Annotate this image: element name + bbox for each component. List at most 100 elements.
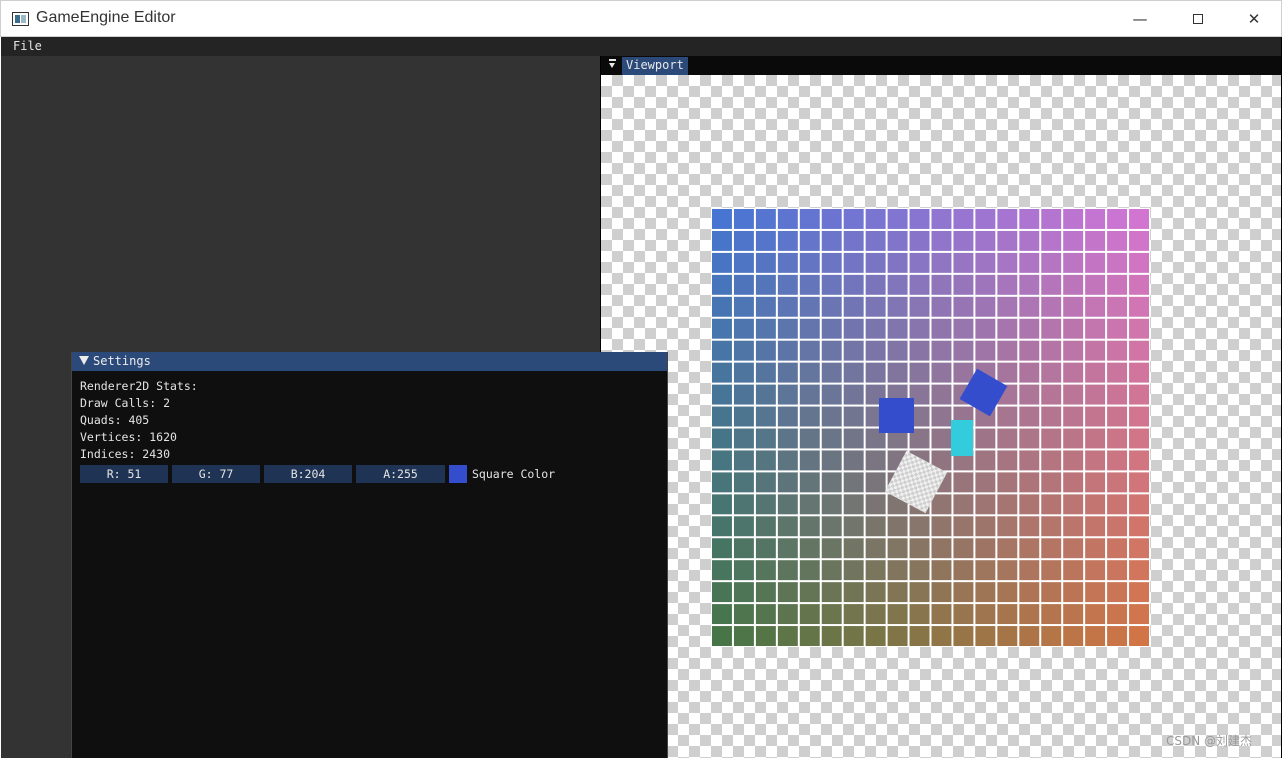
grid-tile	[712, 252, 732, 273]
grid-tile	[1019, 472, 1040, 493]
collapse-arrow-icon[interactable]	[79, 356, 89, 365]
grid-tile	[821, 538, 842, 559]
grid-tile	[931, 428, 952, 449]
grid-tile	[1063, 296, 1084, 317]
grid-tile	[1019, 296, 1040, 317]
grid-tile	[1085, 538, 1106, 559]
grid-tile	[777, 604, 798, 625]
grid-tile	[755, 384, 776, 405]
grid-tile	[821, 340, 842, 361]
grid-tile	[821, 274, 842, 295]
grid-tile	[821, 428, 842, 449]
grid-tile	[1107, 582, 1128, 603]
grid-tile	[1085, 582, 1106, 603]
grid-tile	[733, 252, 754, 273]
grid-tile	[909, 516, 930, 537]
menu-file[interactable]: File	[13, 39, 42, 53]
settings-title-bar[interactable]: Settings	[72, 352, 667, 371]
grid-tile	[821, 472, 842, 493]
grid-tile	[712, 340, 732, 361]
grid-tile	[777, 362, 798, 383]
grid-tile	[1063, 604, 1084, 625]
maximize-icon	[1193, 14, 1203, 24]
grid-tile	[1041, 516, 1062, 537]
blue-channel-field[interactable]: B:204	[264, 465, 352, 483]
grid-tile	[953, 340, 974, 361]
minimize-button[interactable]: —	[1111, 1, 1169, 37]
grid-tile	[821, 252, 842, 273]
grid-tile	[1041, 538, 1062, 559]
grid-tile	[975, 560, 996, 581]
grid-tile	[843, 252, 864, 273]
grid-tile	[1085, 516, 1106, 537]
grid-tile	[865, 340, 886, 361]
grid-tile	[865, 209, 886, 229]
grid-tile	[712, 274, 732, 295]
grid-tile	[755, 472, 776, 493]
grid-tile	[953, 626, 974, 646]
grid-tile	[777, 296, 798, 317]
square-color-label: Square Color	[472, 467, 556, 481]
grid-tile	[712, 318, 732, 339]
window-title-bar: GameEngine Editor — ✕	[0, 0, 1282, 37]
grid-tile	[777, 274, 798, 295]
maximize-button[interactable]	[1169, 1, 1227, 37]
grid-tile	[1129, 406, 1149, 427]
grid-tile	[777, 472, 798, 493]
grid-tile	[997, 230, 1018, 251]
grid-tile	[909, 626, 930, 646]
green-channel-field[interactable]: G: 77	[172, 465, 260, 483]
grid-tile	[799, 274, 820, 295]
alpha-channel-field[interactable]: A:255	[356, 465, 445, 483]
grid-tile	[975, 626, 996, 646]
grid-tile	[1085, 604, 1106, 625]
grid-tile	[953, 472, 974, 493]
grid-tile	[821, 626, 842, 646]
grid-tile	[975, 428, 996, 449]
grid-tile	[777, 450, 798, 471]
grid-tile	[1085, 274, 1106, 295]
grid-tile	[865, 318, 886, 339]
grid-tile	[1041, 340, 1062, 361]
square-color-swatch[interactable]	[449, 465, 467, 483]
stats-heading: Renderer2D Stats:	[80, 379, 198, 393]
grid-tile	[975, 209, 996, 229]
grid-tile	[799, 604, 820, 625]
grid-tile	[799, 472, 820, 493]
grid-tile	[909, 582, 930, 603]
grid-tile	[953, 230, 974, 251]
grid-tile	[1085, 494, 1106, 515]
grid-tile	[733, 428, 754, 449]
grid-tile	[843, 582, 864, 603]
grid-tile	[821, 516, 842, 537]
grid-tile	[843, 538, 864, 559]
viewport-canvas[interactable]	[601, 75, 1281, 758]
grid-tile	[1107, 318, 1128, 339]
grid-tile	[777, 516, 798, 537]
grid-tile	[975, 604, 996, 625]
grid-tile	[1129, 538, 1149, 559]
close-button[interactable]: ✕	[1225, 1, 1282, 37]
grid-tile	[953, 318, 974, 339]
indices-stat: Indices: 2430	[80, 447, 171, 461]
grid-tile	[755, 538, 776, 559]
grid-tile	[799, 340, 820, 361]
grid-tile	[755, 296, 776, 317]
grid-tile	[777, 209, 798, 229]
grid-tile	[1063, 274, 1084, 295]
grid-tile	[997, 472, 1018, 493]
grid-tile	[931, 560, 952, 581]
vertices-stat: Vertices: 1620	[80, 430, 177, 444]
red-channel-field[interactable]: R: 51	[80, 465, 168, 483]
dock-menu-icon[interactable]	[609, 59, 616, 69]
grid-tile	[1019, 406, 1040, 427]
grid-tile	[733, 230, 754, 251]
grid-tile	[1107, 340, 1128, 361]
grid-tile	[909, 274, 930, 295]
grid-tile	[755, 516, 776, 537]
tab-viewport[interactable]: Viewport	[622, 57, 688, 75]
grid-tile	[997, 252, 1018, 273]
grid-tile	[1041, 582, 1062, 603]
grid-tile	[1019, 252, 1040, 273]
grid-tile	[799, 406, 820, 427]
